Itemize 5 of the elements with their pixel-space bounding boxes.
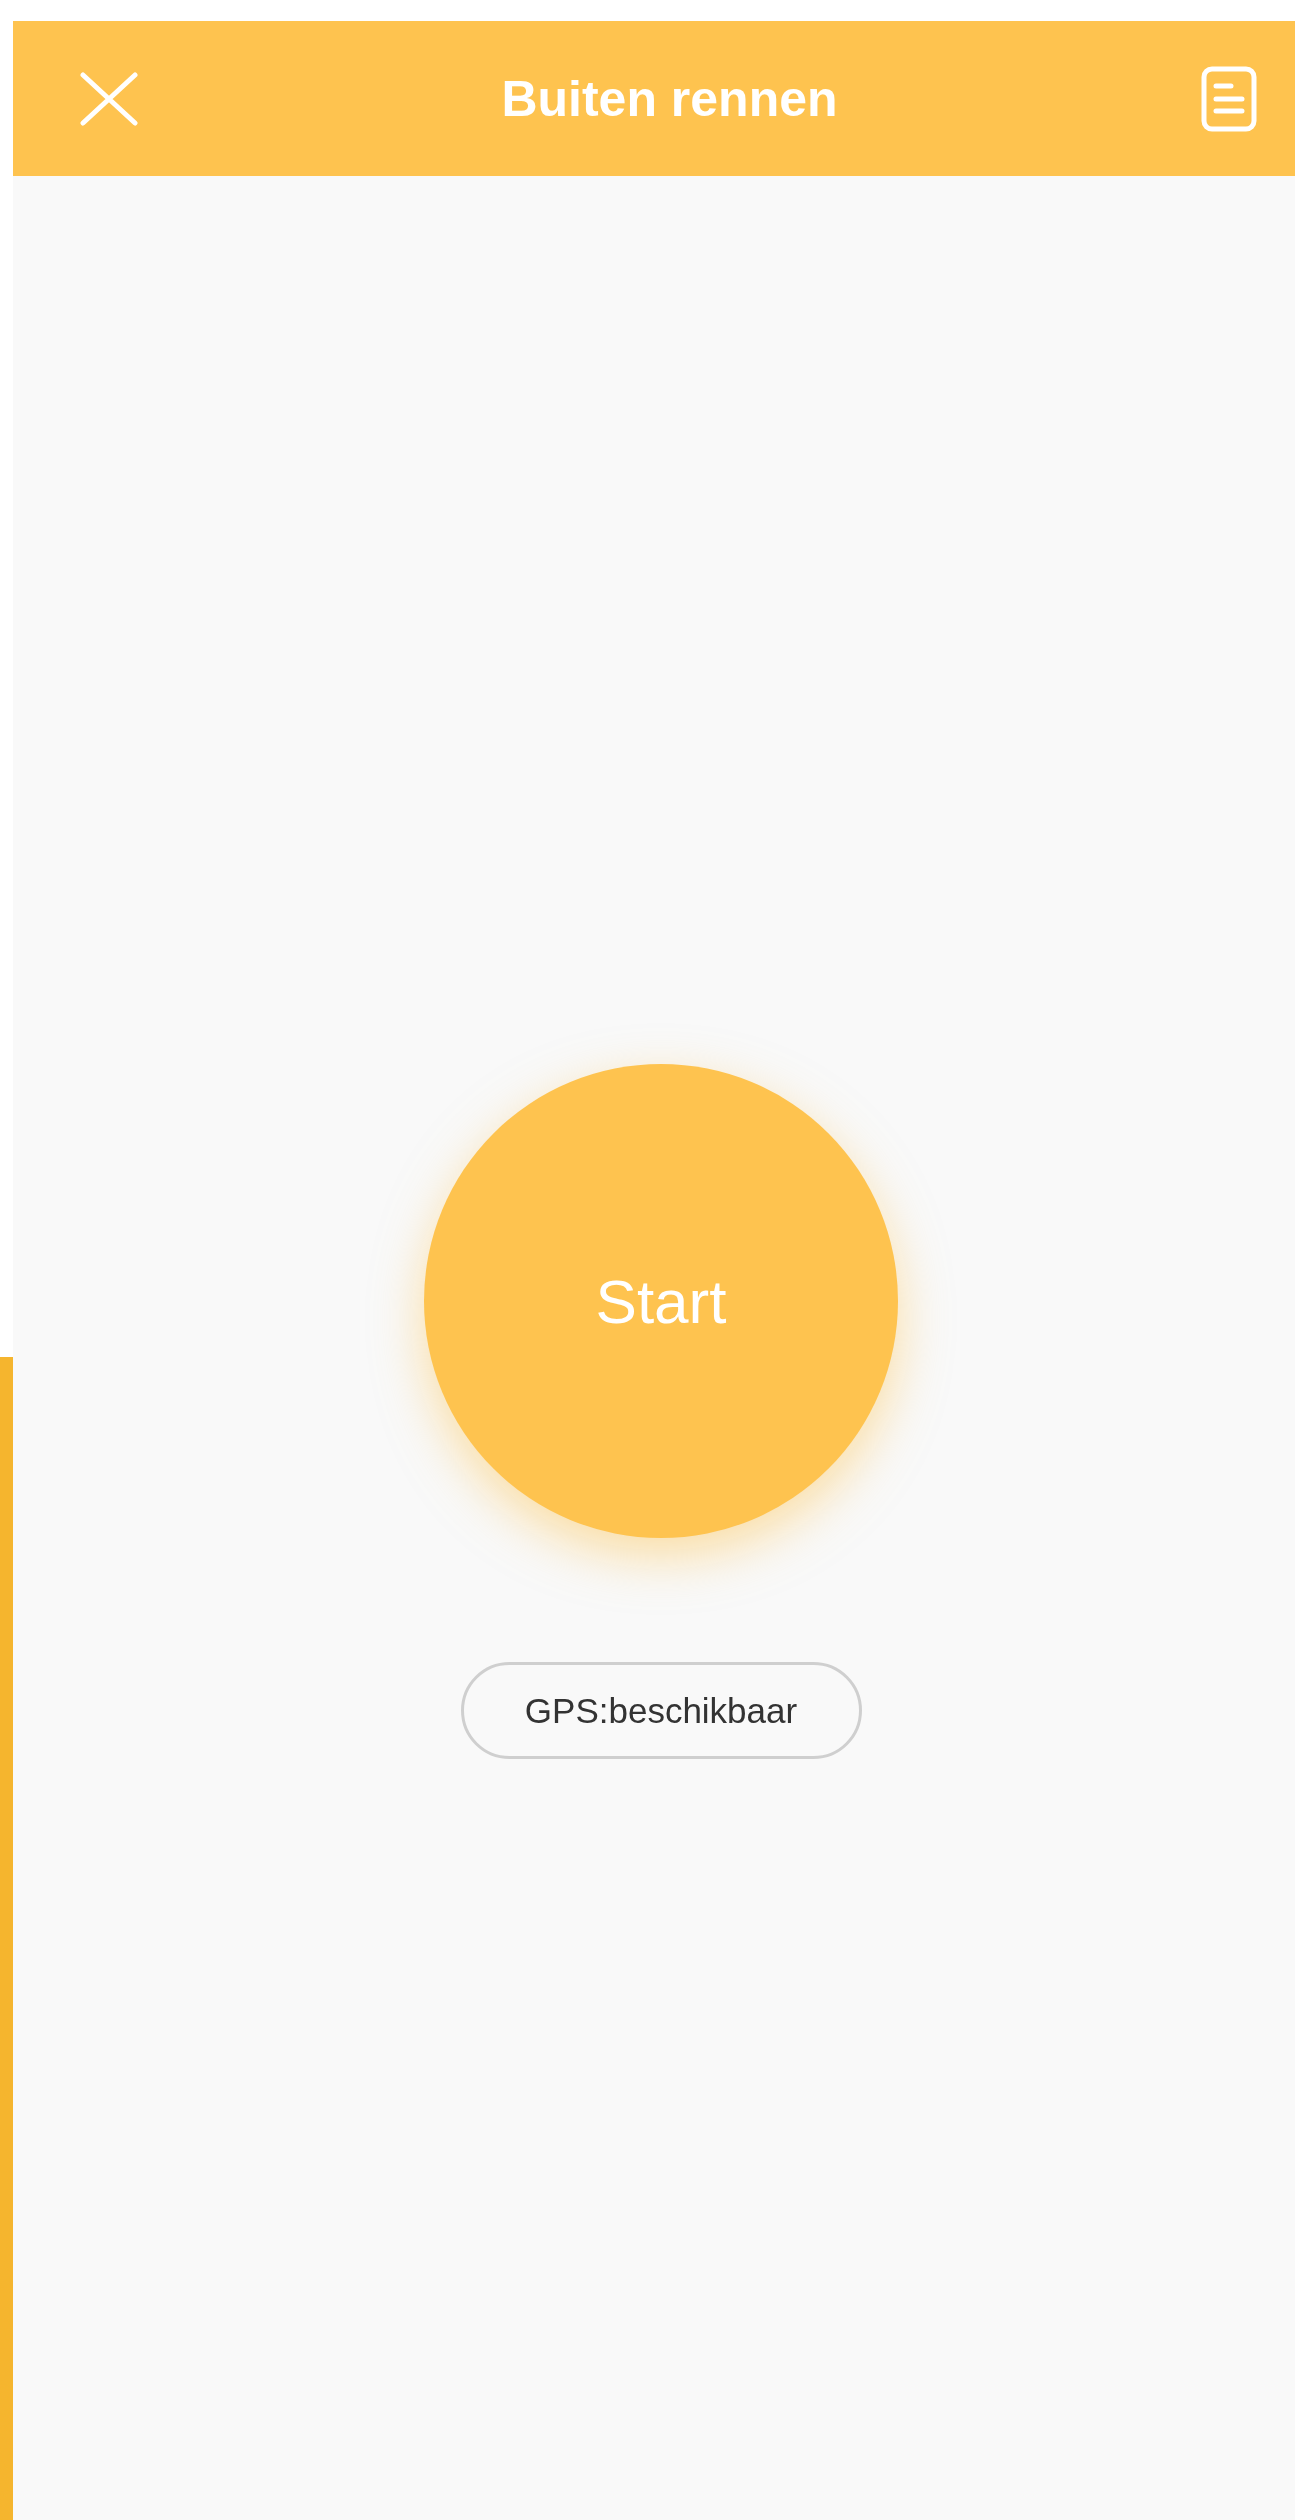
screen-title: Buiten rennen	[501, 69, 838, 128]
document-icon[interactable]	[1201, 65, 1257, 132]
start-button[interactable]: Start	[424, 1064, 898, 1538]
close-icon[interactable]	[80, 71, 138, 126]
gps-status: GPS:beschikbaar	[460, 1662, 862, 1759]
